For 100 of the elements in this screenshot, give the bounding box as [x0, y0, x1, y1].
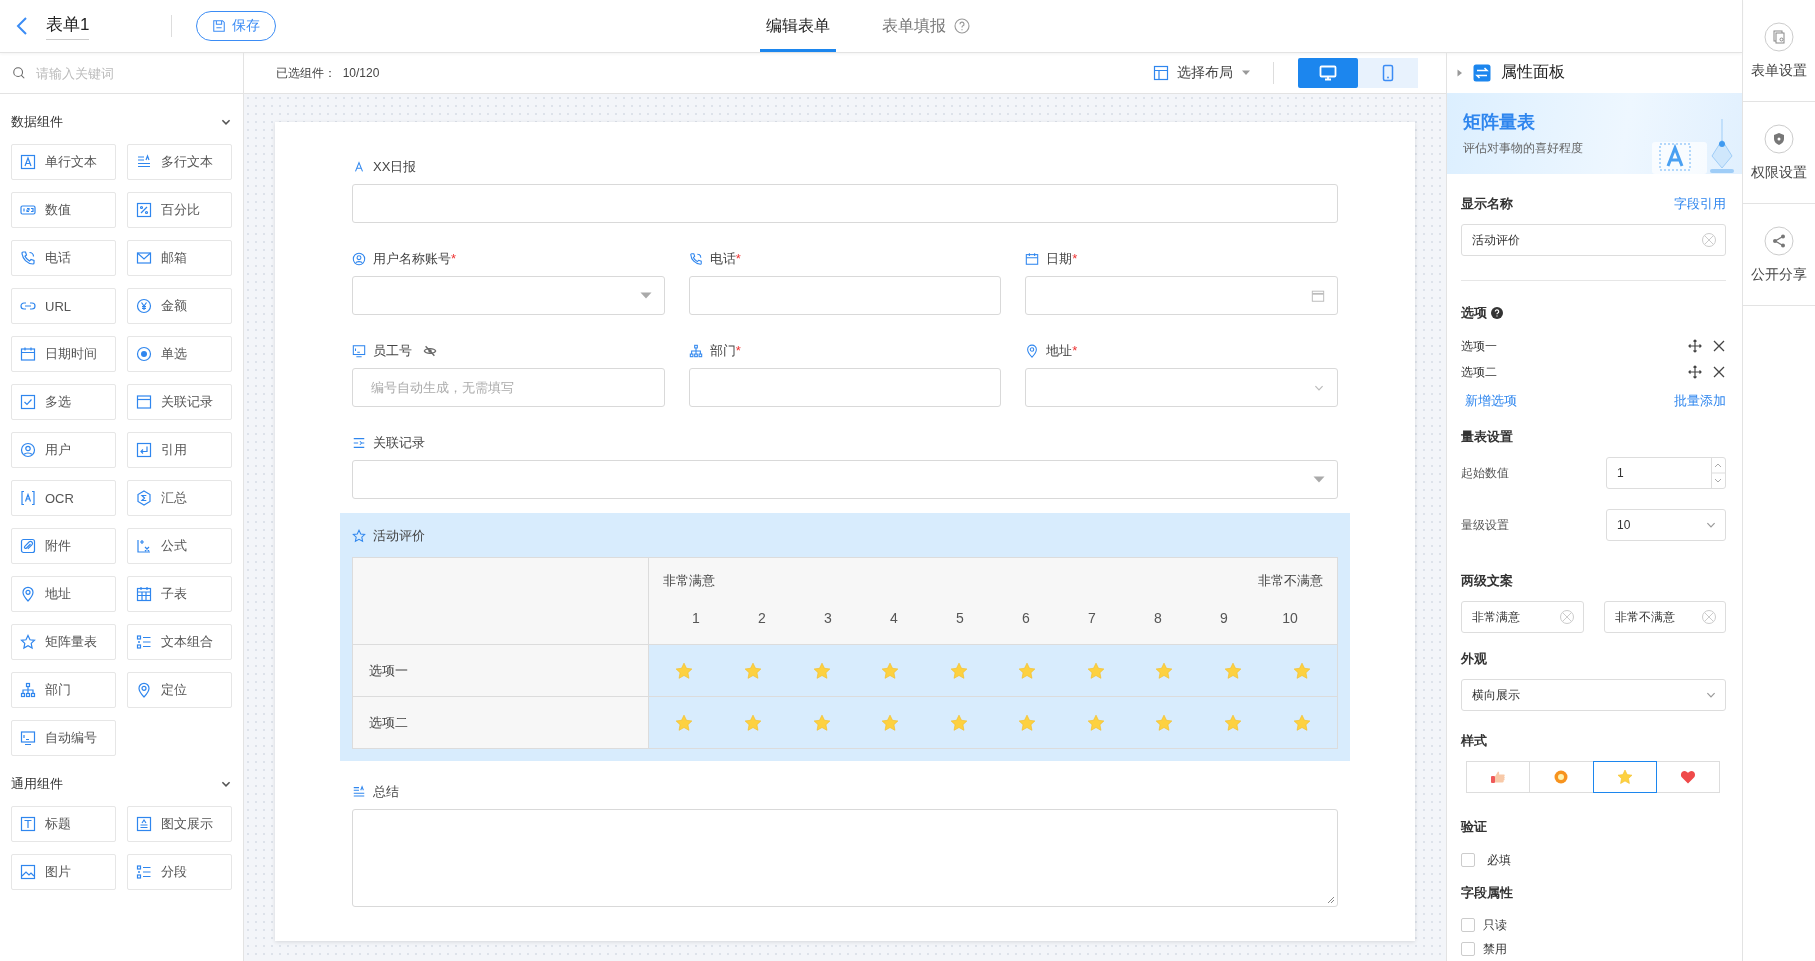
star-icon[interactable] — [881, 661, 900, 680]
scale-number: 2 — [757, 610, 767, 626]
input-field[interactable] — [1025, 368, 1338, 407]
move-icon[interactable] — [1688, 339, 1702, 353]
component-item[interactable]: 部门 — [11, 672, 116, 708]
component-item[interactable]: 图片 — [11, 854, 116, 890]
textarea-field[interactable] — [352, 809, 1338, 907]
input-field[interactable] — [352, 276, 665, 315]
clear-icon[interactable] — [1701, 232, 1717, 248]
star-icon[interactable] — [674, 713, 693, 732]
back-icon[interactable] — [16, 16, 28, 36]
layout-button[interactable]: 选择布局 — [1153, 64, 1251, 82]
star-icon[interactable] — [881, 713, 900, 732]
component-item[interactable]: 百分比 — [127, 192, 232, 228]
phone-icon — [688, 252, 703, 266]
resize-handle-icon[interactable] — [1325, 894, 1335, 904]
star-icon[interactable] — [1223, 661, 1242, 680]
input-field[interactable] — [352, 460, 1338, 499]
star-icon[interactable] — [812, 713, 831, 732]
tab[interactable]: 编辑表单 — [760, 0, 836, 52]
component-item[interactable]: 标题 — [11, 806, 116, 842]
component-item[interactable]: 日期时间 — [11, 336, 116, 372]
select-field[interactable]: 10 — [1606, 509, 1726, 541]
add-option-link[interactable]: 新增选项 — [1465, 392, 1517, 410]
select-field[interactable]: 横向展示 — [1461, 679, 1726, 711]
component-item[interactable]: 关联记录 — [127, 384, 232, 420]
tab[interactable]: 表单填报 — [876, 0, 976, 52]
component-item[interactable]: 附件 — [11, 528, 116, 564]
star-icon[interactable] — [812, 661, 831, 680]
component-item[interactable]: 文本组合 — [127, 624, 232, 660]
component-item[interactable]: 引用 — [127, 432, 232, 468]
matrix-field[interactable]: 活动评价 非常满意 非常不满意 1 2 3 4 5 6 7 8 9 10 选项一 选项二 — [340, 513, 1350, 761]
scale-number: 10 — [1281, 610, 1299, 626]
star-icon[interactable] — [1086, 661, 1105, 680]
clear-icon[interactable] — [1701, 609, 1717, 625]
batch-add-link[interactable]: 批量添加 — [1674, 392, 1726, 410]
move-icon[interactable] — [1688, 365, 1702, 379]
star-icon[interactable] — [1293, 713, 1312, 732]
input-field[interactable] — [352, 184, 1338, 223]
component-item[interactable]: 定位 — [127, 672, 232, 708]
form-title[interactable]: 表单1 — [46, 12, 90, 40]
collapse-icon[interactable] — [1457, 68, 1463, 77]
input-field[interactable] — [688, 368, 1002, 407]
close-icon[interactable] — [1712, 339, 1726, 353]
input-field[interactable]: 非常满意 — [1461, 601, 1584, 633]
component-item[interactable]: 用户 — [11, 432, 116, 468]
close-icon[interactable] — [1712, 365, 1726, 379]
star-icon[interactable] — [1018, 713, 1037, 732]
eye-slash-icon[interactable] — [423, 344, 437, 358]
style-option[interactable] — [1592, 761, 1657, 793]
device-toggle[interactable] — [1358, 58, 1418, 88]
star-icon[interactable] — [674, 661, 693, 680]
stepper-icon[interactable] — [1711, 458, 1725, 488]
star-icon[interactable] — [1223, 713, 1242, 732]
component-item[interactable]: 多行文本 — [127, 144, 232, 180]
component-item[interactable]: 单行文本 — [11, 144, 116, 180]
font-icon — [352, 160, 366, 174]
component-item[interactable]: 公式 — [127, 528, 232, 564]
component-item[interactable]: OCR — [11, 480, 116, 516]
rail-item[interactable]: 表单设置 — [1743, 0, 1815, 102]
component-item[interactable]: 单选 — [127, 336, 232, 372]
star-icon[interactable] — [1155, 661, 1174, 680]
component-item[interactable]: 图文展示 — [127, 806, 232, 842]
star-icon[interactable] — [949, 713, 968, 732]
component-item[interactable]: 自动编号 — [11, 720, 116, 756]
input-field[interactable]: 非常不满意 — [1603, 601, 1726, 633]
component-item[interactable]: 分段 — [127, 854, 232, 890]
input-field[interactable] — [688, 276, 1002, 315]
component-item[interactable]: 子表 — [127, 576, 232, 612]
checkbox[interactable] — [1461, 853, 1475, 867]
checkbox[interactable] — [1461, 942, 1475, 956]
star-icon[interactable] — [1293, 661, 1312, 680]
rail-item[interactable]: 公开分享 — [1743, 204, 1815, 306]
star-icon[interactable] — [949, 661, 968, 680]
component-item[interactable]: 电话 — [11, 240, 116, 276]
component-item[interactable]: 地址 — [11, 576, 116, 612]
component-item[interactable]: 多选 — [11, 384, 116, 420]
rail-item[interactable]: 权限设置 — [1743, 102, 1815, 204]
component-item[interactable]: 汇总 — [127, 480, 232, 516]
input-field[interactable] — [1025, 276, 1338, 315]
star-icon[interactable] — [744, 661, 762, 680]
save-button[interactable]: 保存 — [196, 11, 277, 41]
star-icon[interactable] — [1018, 661, 1037, 680]
star-icon[interactable] — [1155, 713, 1174, 732]
field-reference-link[interactable]: 字段引用 — [1674, 195, 1726, 213]
component-item[interactable]: 邮箱 — [127, 240, 232, 276]
device-toggle[interactable] — [1298, 58, 1358, 88]
component-item[interactable]: 数值 — [11, 192, 116, 228]
component-item[interactable]: 金额 — [127, 288, 232, 324]
checkbox[interactable] — [1461, 918, 1475, 932]
component-item[interactable]: 矩阵量表 — [11, 624, 116, 660]
ring-icon — [1553, 769, 1570, 785]
star-icon[interactable] — [1086, 713, 1105, 732]
star-icon[interactable] — [744, 713, 762, 732]
number-field[interactable]: 1 — [1606, 457, 1726, 489]
input-field[interactable]: 活动评价 — [1461, 224, 1726, 256]
help-icon[interactable] — [1491, 307, 1503, 319]
clear-icon[interactable] — [1558, 609, 1575, 625]
text-lines-icon — [136, 154, 152, 170]
component-item[interactable]: URL — [11, 288, 116, 324]
